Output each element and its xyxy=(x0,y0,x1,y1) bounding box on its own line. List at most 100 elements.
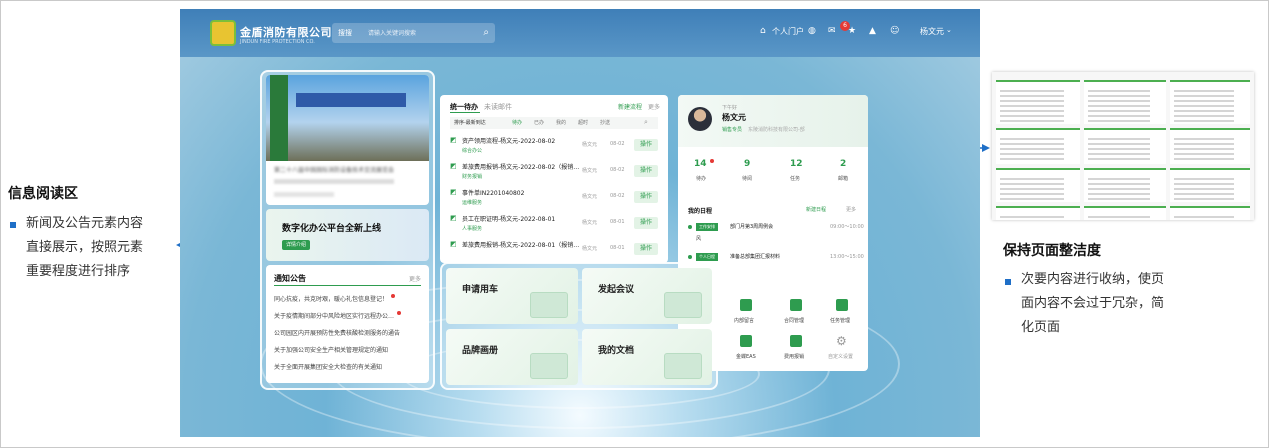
event-title[interactable]: 部门月第3周周例会 xyxy=(730,223,773,230)
flow-icon: ◩ xyxy=(450,136,457,144)
stat-value[interactable]: 9 xyxy=(744,159,750,169)
profile-signature: 东陵消防科技有限公司-部 xyxy=(748,127,805,133)
todo-date: 08-01 xyxy=(610,245,625,251)
user-name[interactable]: 杨文元 xyxy=(920,26,944,37)
home-icon[interactable]: ⌂ xyxy=(760,26,766,36)
promo-banner[interactable]: 数字化办公平台全新上线 详情介绍 xyxy=(266,209,429,261)
tab-unified-todo[interactable]: 统一待办 xyxy=(450,102,478,112)
app-label[interactable]: 自定义设置 xyxy=(828,353,853,360)
filter-todo[interactable]: 待办 xyxy=(512,119,522,126)
todo-person: 杨文元 xyxy=(582,168,598,174)
schedule-more-link[interactable]: 更多 xyxy=(846,206,856,213)
new-schedule-link[interactable]: 新建日程 xyxy=(806,206,826,213)
operate-button[interactable]: 操作 xyxy=(634,165,658,177)
event-tag: 工作安排 xyxy=(696,223,718,231)
todo-category: 运维服务 xyxy=(462,200,483,206)
app-label[interactable]: 任务管理 xyxy=(830,317,850,324)
tile-apply-car[interactable]: 申请用车 xyxy=(446,268,578,324)
app-label[interactable]: 费用报销 xyxy=(784,353,804,360)
tile-brand-album[interactable]: 品牌画册 xyxy=(446,329,578,385)
app-label[interactable]: 合同管理 xyxy=(784,317,804,324)
event-title[interactable]: 准备总部集团汇报材料 xyxy=(730,253,780,260)
top-navigation-bar: 金盾消防有限公司 JINDUN FIRE PROTECTION CO. 搜搜 请… xyxy=(180,9,980,57)
meeting-icon xyxy=(664,292,702,318)
filter-mine[interactable]: 我的 xyxy=(556,119,566,126)
todo-item[interactable]: ◩ 差旅费用报销-杨文元-2022-08-01（报销… 杨文元 08-01 操作 xyxy=(440,237,668,263)
flow-icon: ◩ xyxy=(450,188,457,196)
app-label[interactable]: 内部留言 xyxy=(734,317,754,324)
todo-item[interactable]: ◩ 差旅费用报销-杨文元-2022-08-02（报销… 财务报销 杨文元 08-… xyxy=(440,159,668,185)
stat-value[interactable]: 12 xyxy=(790,159,803,169)
globe-icon[interactable]: ◍ xyxy=(808,26,816,36)
avatar[interactable] xyxy=(688,107,712,131)
tile-my-documents[interactable]: 我的文档 xyxy=(582,329,712,385)
notice-item[interactable]: 关于全面开展集团安全大检查的有关通知 xyxy=(274,362,382,371)
expense-icon[interactable] xyxy=(790,335,802,347)
notice-more-link[interactable]: 更多 xyxy=(409,274,421,283)
company-logo xyxy=(210,20,236,46)
personal-portal-link[interactable]: 个人门户 xyxy=(772,26,804,37)
search-category[interactable]: 搜搜 xyxy=(338,28,352,38)
new-flow-link[interactable]: 新建流程 xyxy=(618,102,642,111)
notice-item[interactable]: 公司园区内开展预防性免费核酸检测服务的通告 xyxy=(274,328,400,337)
news-card[interactable]: 第二十八届中国国际消防设备技术交流展览会 xyxy=(266,75,429,205)
app-label[interactable]: 金蝶EAS xyxy=(736,353,756,360)
album-icon xyxy=(530,353,568,379)
stat-label: 待办 xyxy=(696,176,707,182)
operate-button[interactable]: 操作 xyxy=(634,191,658,203)
stat-label: 任务 xyxy=(790,176,801,182)
task-icon[interactable] xyxy=(836,299,848,311)
todo-title: 事件单IN2201040802 xyxy=(462,190,525,197)
search-icon[interactable]: ⌕ xyxy=(644,118,648,127)
todo-item[interactable]: ◩ 事件单IN2201040802 运维服务 杨文元 08-02 操作 xyxy=(440,185,668,211)
gear-icon[interactable]: ⚙ xyxy=(836,334,847,348)
search-input[interactable]: 请输入关键词搜索 xyxy=(368,28,416,37)
event-tag: 个人日程 xyxy=(696,253,718,261)
mail-icon[interactable]: ✉ xyxy=(828,26,836,36)
promo-detail-button[interactable]: 详情介绍 xyxy=(282,240,311,250)
todo-item[interactable]: ◩ 资产领用流程-杨文元-2022-08-02 综合办公 杨文元 08-02 操… xyxy=(440,133,668,159)
todo-panel: 统一待办 未读邮件 新建流程 更多 排序-最新到达 待办 已办 我的 超时 抄送… xyxy=(440,95,668,263)
stat-value[interactable]: 14 xyxy=(694,159,714,169)
search-bar[interactable]: 搜搜 请输入关键词搜索 ⌕ xyxy=(332,23,495,43)
profile-name: 杨文元 xyxy=(722,113,746,122)
notice-item[interactable]: 同心抗疫，共克时艰，暖心礼包信息登记！ xyxy=(274,294,396,303)
chevron-down-icon[interactable]: ⌄ xyxy=(946,26,952,34)
company-subtitle: JINDUN FIRE PROTECTION CO. xyxy=(240,39,315,45)
todo-person: 杨文元 xyxy=(582,142,598,148)
emoji-icon[interactable]: ☺ xyxy=(890,26,899,36)
bell-icon[interactable]: ▲ xyxy=(869,26,876,36)
star-icon[interactable]: ★ xyxy=(848,26,856,36)
search-icon[interactable]: ⌕ xyxy=(483,27,489,38)
operate-button[interactable]: 操作 xyxy=(634,139,658,151)
operate-button[interactable]: 操作 xyxy=(634,243,658,255)
message-icon[interactable] xyxy=(740,299,752,311)
event-time: 13:00～15:00 xyxy=(830,254,864,260)
stat-value[interactable]: 2 xyxy=(840,159,846,169)
notice-item[interactable]: 关于疫情期间部分中风险地区实行远程办公… xyxy=(274,311,402,320)
filter-done[interactable]: 已办 xyxy=(534,119,544,126)
todo-person: 杨文元 xyxy=(582,194,598,200)
notice-item[interactable]: 关于加强公司安全生产相关管理规定的通知 xyxy=(274,345,388,354)
promo-title: 数字化办公平台全新上线 xyxy=(282,224,382,234)
tile-label: 我的文档 xyxy=(598,346,635,356)
tile-start-meeting[interactable]: 发起会议 xyxy=(582,268,712,324)
event-time: 09:00～10:00 xyxy=(830,224,864,230)
filter-overdue[interactable]: 超时 xyxy=(578,119,588,126)
todo-item[interactable]: ◩ 员工在职证明-杨文元-2022-08-01 人事服务 杨文元 08-01 操… xyxy=(440,211,668,237)
unread-dot xyxy=(397,311,402,315)
eas-icon[interactable] xyxy=(740,335,752,347)
filter-cc[interactable]: 抄送 xyxy=(600,119,610,126)
sort-dropdown[interactable]: 排序-最新到达 xyxy=(454,119,486,126)
car-icon xyxy=(530,292,568,318)
todo-more-link[interactable]: 更多 xyxy=(648,102,660,111)
operate-button[interactable]: 操作 xyxy=(634,217,658,229)
news-photo[interactable] xyxy=(266,75,429,161)
news-headline[interactable]: 第二十八届中国国际消防设备技术交流展览会 xyxy=(274,165,422,174)
contract-icon[interactable] xyxy=(790,299,802,311)
tab-unread-mail[interactable]: 未读邮件 xyxy=(484,102,512,112)
todo-date: 08-02 xyxy=(610,167,625,173)
tile-label: 发起会议 xyxy=(598,285,635,295)
todo-date: 08-02 xyxy=(610,193,625,199)
todo-date: 08-01 xyxy=(610,219,625,225)
